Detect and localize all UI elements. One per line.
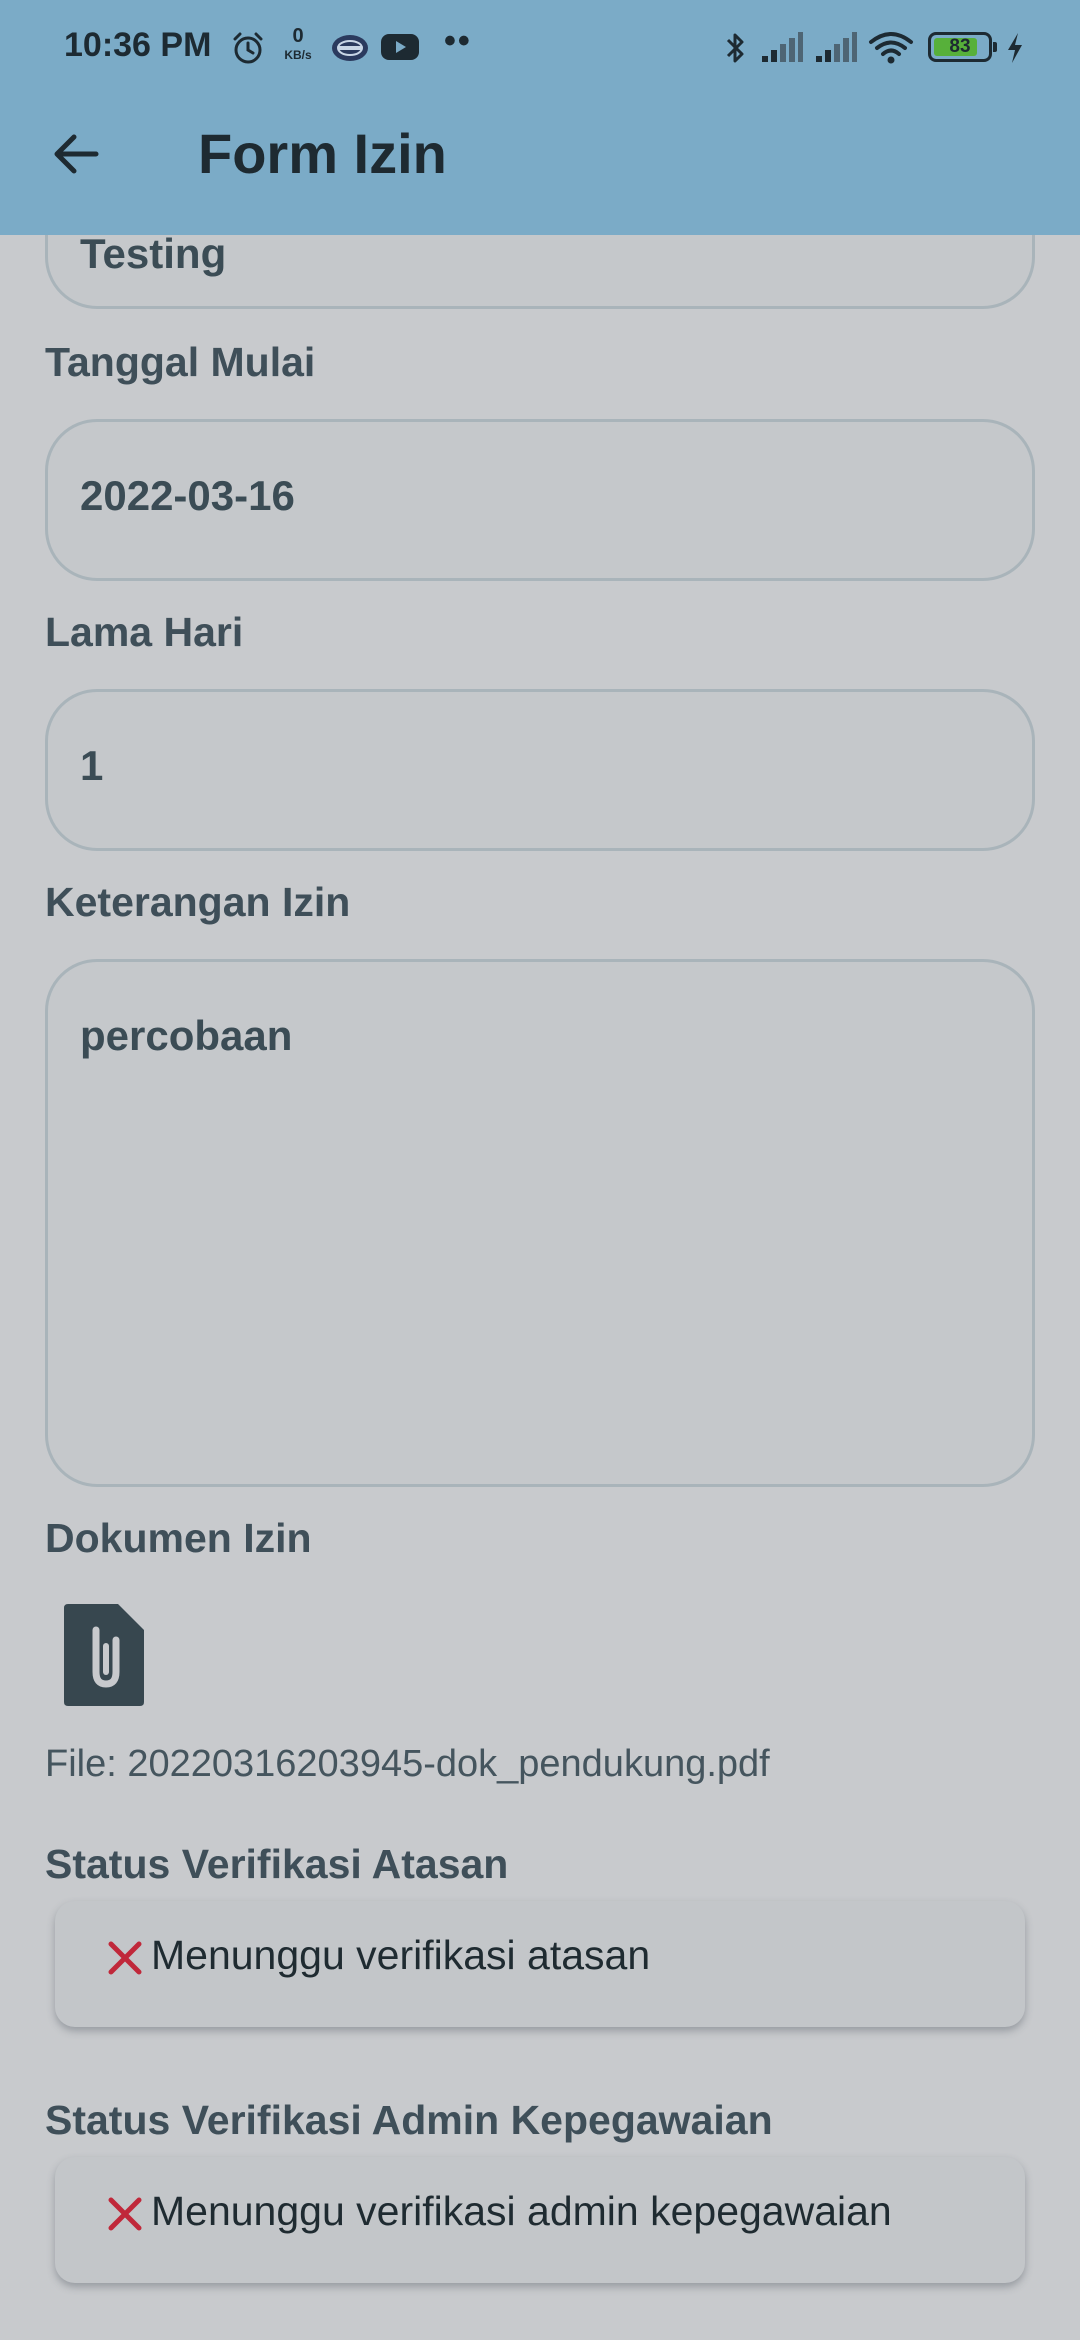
signal-icon (762, 32, 803, 62)
battery-level-text: 83 (949, 36, 971, 57)
status-atasan-label: Status Verifikasi Atasan (45, 1841, 509, 1887)
status-time: 10:36 PM (64, 26, 212, 64)
back-button[interactable] (44, 122, 108, 186)
lama-hari-label: Lama Hari (45, 609, 244, 655)
keterangan-izin-value: percobaan (80, 1012, 293, 1059)
previous-field-input[interactable]: Testing (45, 235, 1035, 309)
battery-icon: 83 (928, 32, 997, 62)
status-admin-text: Menunggu verifikasi admin kepegawaian (151, 2188, 892, 2234)
lama-hari-value: 1 (80, 742, 104, 789)
status-bar: 10:36 PM 0 KB/s •• 83 (0, 0, 1080, 100)
previous-field-value: Testing (80, 235, 227, 277)
signal-icon-2 (816, 32, 857, 62)
status-admin-card: Menunggu verifikasi admin kepegawaian (55, 2157, 1025, 2283)
keterangan-izin-label: Keterangan Izin (45, 879, 351, 925)
arrow-back-icon (54, 134, 99, 174)
dokumen-izin-label: Dokumen Izin (45, 1515, 312, 1561)
attachment-file-icon[interactable] (60, 1600, 150, 1710)
more-notifications-indicator: •• (444, 22, 472, 60)
tanggal-mulai-input[interactable]: 2022-03-16 (45, 419, 1035, 581)
tanggal-mulai-value: 2022-03-16 (80, 472, 295, 519)
keterangan-izin-textarea[interactable]: percobaan (45, 959, 1035, 1487)
form-content[interactable]: Testing Tanggal Mulai 2022-03-16 Lama Ha… (0, 235, 1080, 2340)
network-speed: 0 KB/s (284, 25, 312, 62)
close-x-icon (108, 1941, 142, 1975)
file-name-text: File: 20220316203945-dok_pendukung.pdf (45, 1743, 770, 1785)
status-atasan-text: Menunggu verifikasi atasan (151, 1932, 651, 1978)
lama-hari-input[interactable]: 1 (45, 689, 1035, 851)
status-admin-label: Status Verifikasi Admin Kepegawaian (45, 2097, 773, 2143)
charging-icon (1008, 33, 1022, 63)
app-bar: 10:36 PM 0 KB/s •• 83 Form Izin (0, 0, 1080, 235)
bluetooth-icon (726, 33, 744, 63)
status-atasan-card: Menunggu verifikasi atasan (55, 1901, 1025, 2027)
alarm-icon (233, 32, 263, 64)
page-title: Form Izin (198, 122, 447, 185)
close-x-icon (108, 2197, 142, 2231)
app-badge-icon (332, 35, 368, 61)
youtube-icon (381, 34, 419, 60)
wifi-icon (869, 32, 913, 64)
tanggal-mulai-label: Tanggal Mulai (45, 339, 316, 385)
